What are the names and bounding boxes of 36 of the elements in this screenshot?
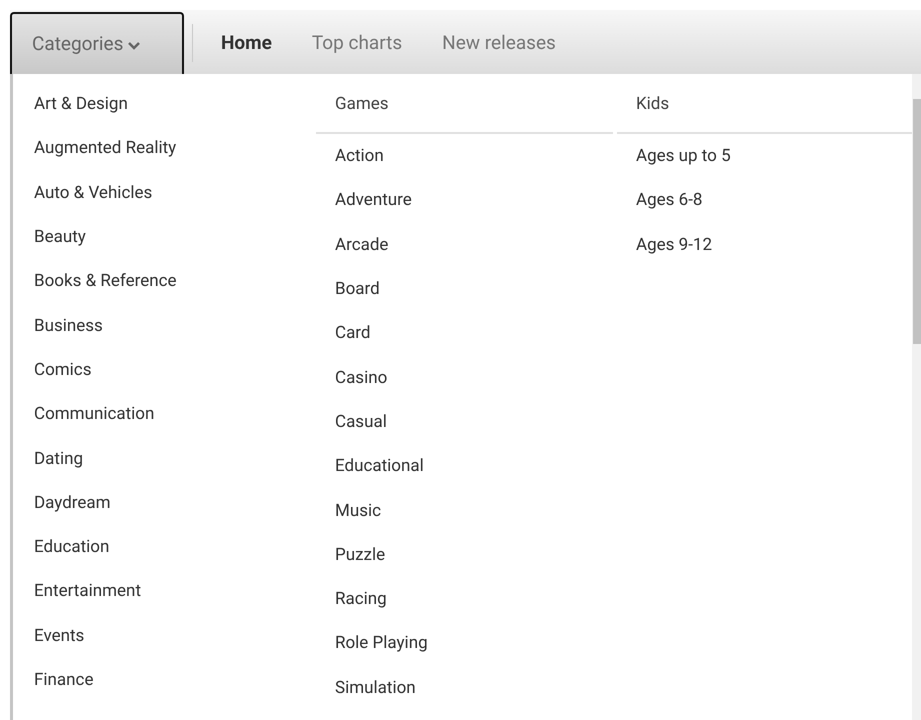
nav-tab[interactable]: New releases [422,12,576,74]
category-link[interactable]: Auto & Vehicles [34,182,152,203]
category-link[interactable]: Books & Reference [34,271,177,292]
category-link[interactable]: Daydream [34,492,111,513]
category-link[interactable]: Puzzle [335,544,386,565]
nav-tab[interactable]: Top charts [292,12,422,74]
category-link[interactable]: Arcade [335,234,388,255]
chevron-down-icon [127,40,142,51]
category-link[interactable]: Music [335,500,382,521]
category-link[interactable]: Art & Design [34,94,128,114]
category-link[interactable]: Racing [335,589,387,610]
category-link[interactable]: Role Playing [335,633,428,654]
category-link[interactable]: Dating [34,448,84,469]
category-link[interactable]: Events [34,626,84,646]
categories-button[interactable]: Categories [10,12,184,74]
category-link[interactable]: Board [335,279,380,300]
column-heading: Games [316,92,613,134]
category-link[interactable]: Communication [34,404,154,424]
nav-tab[interactable]: Home [201,12,292,74]
category-link[interactable]: Simulation [335,678,416,698]
category-link[interactable]: Education [34,537,110,558]
category-link[interactable]: Ages 9-12 [636,234,712,255]
category-link[interactable]: Ages up to 5 [636,146,731,166]
category-link[interactable]: Casino [335,368,388,388]
category-link[interactable]: Beauty [34,227,86,248]
category-link[interactable]: Augmented Reality [34,138,176,158]
category-link[interactable]: Adventure [335,190,412,210]
category-link[interactable]: Comics [34,360,92,380]
category-link[interactable]: Card [335,323,371,344]
category-link[interactable]: Entertainment [34,581,142,602]
category-link[interactable]: Educational [335,456,424,476]
category-link[interactable]: Ages 6-8 [636,190,702,210]
category-link[interactable]: Finance [34,670,94,690]
category-link[interactable]: Business [34,316,103,336]
category-link[interactable]: Action [335,146,384,166]
category-link[interactable]: Casual [335,412,387,432]
